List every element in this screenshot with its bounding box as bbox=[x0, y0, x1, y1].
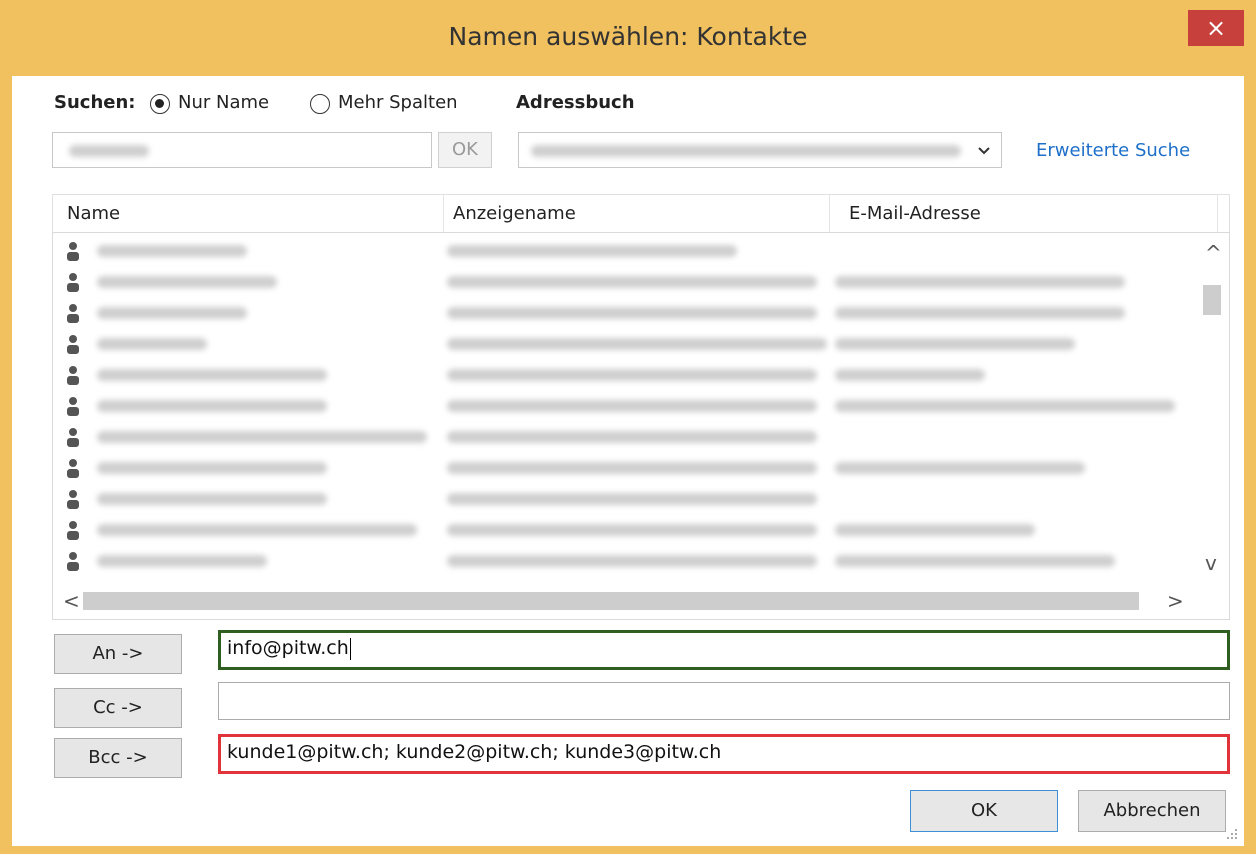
resize-grip-icon[interactable] bbox=[1226, 828, 1238, 840]
contact-person-icon bbox=[67, 552, 79, 571]
blurred-email bbox=[835, 524, 1035, 536]
radio-selected-dot bbox=[155, 99, 164, 108]
bcc-field[interactable]: kunde1@pitw.ch; kunde2@pitw.ch; kunde3@p… bbox=[218, 734, 1230, 774]
blurred-email bbox=[835, 276, 1125, 288]
contact-person-icon bbox=[67, 428, 79, 447]
list-item[interactable] bbox=[53, 452, 1193, 483]
search-ok-button[interactable]: OK bbox=[438, 132, 492, 168]
blurred-name bbox=[97, 462, 327, 474]
contact-person-icon bbox=[67, 459, 79, 478]
title-bar[interactable]: Namen auswählen: Kontakte × bbox=[0, 0, 1256, 80]
blurred-name bbox=[97, 245, 247, 257]
column-divider[interactable] bbox=[829, 195, 830, 233]
vertical-scroll-thumb[interactable] bbox=[1203, 285, 1221, 315]
blurred-name bbox=[97, 307, 247, 319]
radio-more-columns[interactable] bbox=[310, 94, 330, 114]
blurred-display-name bbox=[447, 307, 817, 319]
contact-list[interactable]: ^ v < > bbox=[52, 232, 1230, 620]
close-icon: × bbox=[1205, 14, 1227, 42]
blurred-email bbox=[835, 555, 1115, 567]
blurred-display-name bbox=[447, 524, 817, 536]
blurred-name bbox=[97, 431, 427, 443]
list-item[interactable] bbox=[53, 235, 1193, 266]
list-item[interactable] bbox=[53, 297, 1193, 328]
blurred-email bbox=[835, 307, 1125, 319]
addressbook-label: Adressbuch bbox=[516, 92, 635, 113]
radio-name-only-label[interactable]: Nur Name bbox=[178, 92, 269, 113]
list-item[interactable] bbox=[53, 390, 1193, 421]
blurred-display-name bbox=[447, 462, 817, 474]
blurred-email bbox=[835, 369, 985, 381]
bcc-button[interactable]: Bcc -> bbox=[54, 738, 182, 778]
list-header: Name Anzeigename E-Mail-Adresse bbox=[52, 194, 1230, 233]
blurred-name bbox=[97, 493, 327, 505]
blurred-name bbox=[97, 369, 327, 381]
blurred-display-name bbox=[447, 555, 817, 567]
contact-person-icon bbox=[67, 366, 79, 385]
cc-button[interactable]: Cc -> bbox=[54, 688, 182, 728]
blurred-display-name bbox=[447, 245, 737, 257]
blurred-name bbox=[97, 400, 327, 412]
horizontal-scrollbar[interactable]: < > bbox=[53, 583, 1229, 619]
contact-person-icon bbox=[67, 521, 79, 540]
column-divider[interactable] bbox=[443, 195, 444, 233]
blurred-display-name bbox=[447, 400, 817, 412]
list-item[interactable] bbox=[53, 328, 1193, 359]
addressbook-select[interactable] bbox=[518, 132, 1002, 168]
ok-button[interactable]: OK bbox=[910, 790, 1058, 832]
blurred-email bbox=[835, 400, 1175, 412]
search-input-blurred-text bbox=[69, 145, 149, 157]
column-header-display-name[interactable]: Anzeigename bbox=[453, 203, 576, 224]
contact-person-icon bbox=[67, 304, 79, 323]
blurred-display-name bbox=[447, 338, 827, 350]
dialog-title: Namen auswählen: Kontakte bbox=[448, 22, 808, 51]
text-caret bbox=[349, 637, 351, 660]
scroll-down-icon[interactable]: v bbox=[1205, 551, 1217, 575]
close-button[interactable]: × bbox=[1188, 10, 1244, 46]
radio-more-columns-label[interactable]: Mehr Spalten bbox=[338, 92, 458, 113]
blurred-name bbox=[97, 555, 267, 567]
list-item[interactable] bbox=[53, 359, 1193, 390]
cc-field[interactable] bbox=[218, 682, 1230, 720]
contact-person-icon bbox=[67, 397, 79, 416]
to-button[interactable]: An -> bbox=[54, 634, 182, 674]
blurred-display-name bbox=[447, 431, 817, 443]
to-field-value: info@pitw.ch bbox=[227, 637, 349, 659]
scroll-up-icon[interactable]: ^ bbox=[1205, 241, 1222, 265]
to-field[interactable]: info@pitw.ch bbox=[218, 630, 1230, 670]
vertical-scrollbar[interactable]: ^ v bbox=[1195, 233, 1229, 583]
blurred-name bbox=[97, 276, 277, 288]
blurred-email bbox=[835, 462, 1085, 474]
list-item[interactable] bbox=[53, 421, 1193, 452]
contact-person-icon bbox=[67, 335, 79, 354]
chevron-down-icon bbox=[978, 147, 990, 155]
advanced-search-link[interactable]: Erweiterte Suche bbox=[1036, 140, 1190, 161]
dialog-window: Namen auswählen: Kontakte × Suchen: Nur … bbox=[0, 0, 1256, 854]
list-item[interactable] bbox=[53, 483, 1193, 514]
search-input[interactable] bbox=[52, 132, 432, 168]
column-header-name[interactable]: Name bbox=[67, 203, 120, 224]
blurred-name bbox=[97, 524, 417, 536]
horizontal-scroll-thumb[interactable] bbox=[83, 592, 1139, 610]
blurred-display-name bbox=[447, 276, 817, 288]
addressbook-blurred-value bbox=[531, 145, 961, 157]
blurred-email bbox=[835, 338, 1075, 350]
blurred-display-name bbox=[447, 493, 817, 505]
search-label: Suchen: bbox=[54, 92, 136, 113]
list-item[interactable] bbox=[53, 545, 1193, 576]
blurred-name bbox=[97, 338, 207, 350]
list-item[interactable] bbox=[53, 514, 1193, 545]
dialog-content: Suchen: Nur Name Mehr Spalten Adressbuch… bbox=[12, 76, 1244, 846]
contact-person-icon bbox=[67, 490, 79, 509]
radio-name-only[interactable] bbox=[150, 94, 170, 114]
contact-person-icon bbox=[67, 242, 79, 261]
blurred-display-name bbox=[447, 369, 817, 381]
column-divider[interactable] bbox=[1217, 195, 1218, 233]
column-header-email[interactable]: E-Mail-Adresse bbox=[849, 203, 981, 224]
contact-person-icon bbox=[67, 273, 79, 292]
cancel-button[interactable]: Abbrechen bbox=[1078, 790, 1226, 832]
scroll-left-icon[interactable]: < bbox=[63, 589, 80, 613]
scroll-right-icon[interactable]: > bbox=[1167, 589, 1184, 613]
list-item[interactable] bbox=[53, 266, 1193, 297]
